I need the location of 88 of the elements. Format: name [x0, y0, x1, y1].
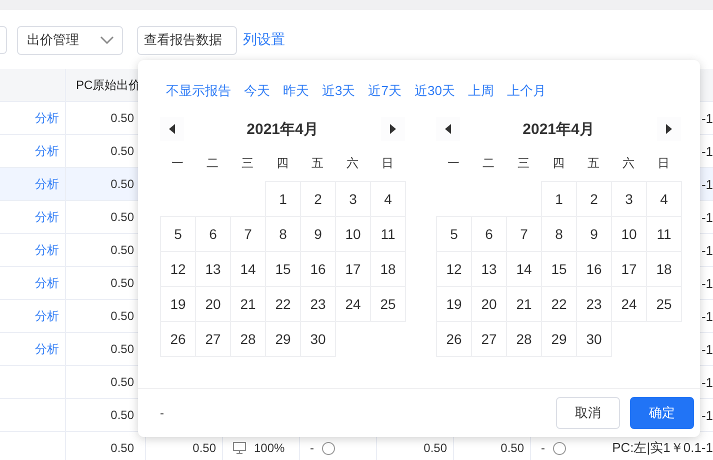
analysis-link[interactable]: 分析 [35, 308, 59, 324]
day-cell[interactable]: 5 [160, 216, 196, 252]
analysis-link[interactable]: 分析 [35, 340, 59, 358]
weekday-label: 一 [170, 155, 184, 172]
date-shortcut-link[interactable]: 上周 [468, 82, 494, 100]
date-shortcut-link[interactable]: 不显示报告 [166, 82, 231, 100]
table-cell: -1 [701, 110, 713, 126]
table-cell: 0.50 [110, 276, 134, 290]
table-cell: 0.50 [110, 243, 134, 257]
weekday-label: 日 [656, 155, 670, 172]
weekday-label: 五 [586, 155, 600, 172]
table-cell: 0.50 [500, 441, 524, 455]
table-cell: 0.50 [110, 144, 134, 158]
table-cell: -1 [701, 276, 713, 290]
table-cell: - [541, 441, 545, 455]
column-header: PC原始出价 [75, 76, 142, 94]
day-cell[interactable]: 4 [370, 181, 406, 217]
day-cell[interactable]: 25 [646, 286, 682, 322]
date-shortcut-link[interactable]: 昨天 [283, 82, 309, 100]
weekday-label: 二 [482, 155, 496, 172]
table-cell: -1 [701, 242, 713, 258]
weekday-label: 四 [552, 155, 566, 172]
left-triangle-icon [445, 124, 451, 134]
month-title: 2021年4月 [246, 120, 318, 138]
analysis-link[interactable]: 分析 [35, 274, 59, 292]
analysis-link[interactable]: 分析 [35, 242, 59, 258]
analysis-link[interactable]: 分析 [35, 176, 59, 192]
analysis-link[interactable]: 分析 [35, 142, 59, 160]
radio-icon[interactable] [322, 442, 335, 454]
day-cell[interactable]: 1 [541, 181, 577, 217]
date-shortcut-link[interactable]: 上个月 [506, 82, 546, 100]
table-cell: 0.50 [110, 342, 134, 356]
day-cell[interactable]: 30 [576, 321, 612, 357]
table-cell: -1 [701, 176, 713, 192]
weekday-label: 三 [240, 155, 254, 172]
date-shortcut-link[interactable]: 今天 [244, 82, 270, 100]
right-triangle-icon [390, 124, 396, 134]
table-cell: -1 [701, 144, 713, 158]
selected-range-text: - [160, 406, 164, 420]
date-shortcut-link[interactable]: 近7天 [368, 82, 402, 100]
table-cell: PC:左|实1￥0.1-1 [612, 439, 713, 457]
cancel-button[interactable]: 取消 [556, 397, 620, 429]
report-data-field[interactable]: 查看报告数据 [137, 26, 237, 54]
weekday-label: 日 [380, 155, 394, 172]
day-cell[interactable]: 26 [160, 321, 196, 357]
analysis-link[interactable]: 分析 [35, 208, 59, 226]
date-shortcut-link[interactable]: 近3天 [322, 82, 356, 100]
confirm-button[interactable]: 确定 [630, 397, 694, 429]
table-cell: -1 [701, 342, 713, 356]
weekday-label: 三 [516, 155, 530, 172]
table-cell: 0.50 [424, 441, 447, 455]
monitor-icon [233, 442, 246, 454]
table-cell: 100% [254, 441, 285, 455]
date-shortcut-link[interactable]: 近30天 [414, 82, 455, 100]
right-triangle-icon [666, 124, 672, 134]
month-title: 2021年4月 [522, 120, 594, 138]
table-cell: 0.50 [110, 309, 134, 323]
weekday-label: 一 [446, 155, 460, 172]
chevron-down-icon [100, 36, 114, 44]
table-cell: 0.50 [110, 177, 134, 191]
radio-icon[interactable] [553, 442, 566, 454]
table-cell: -1 [701, 408, 713, 422]
day-cell[interactable]: 4 [646, 181, 682, 217]
day-cell[interactable]: 26 [436, 321, 472, 357]
bid-management-select[interactable]: 出价管理 [17, 26, 123, 54]
day-cell[interactable]: 1 [265, 181, 301, 217]
table-cell: 0.50 [110, 111, 134, 125]
weekday-label: 二 [206, 155, 220, 172]
table-cell: 0.50 [110, 375, 134, 389]
weekday-label: 四 [276, 155, 290, 172]
weekday-label: 六 [346, 155, 360, 172]
table-cell: -1 [701, 210, 713, 224]
table-cell: -1 [701, 308, 713, 324]
column-settings-link[interactable]: 列设置 [243, 31, 285, 49]
table-cell: 0.50 [110, 210, 134, 224]
day-cell[interactable]: 5 [436, 216, 472, 252]
weekday-label: 五 [310, 155, 324, 172]
table-cell: 0.50 [192, 441, 216, 455]
select-field[interactable] [0, 26, 7, 54]
left-triangle-icon [169, 124, 175, 134]
day-cell[interactable]: 25 [370, 286, 406, 322]
table-cell: - [310, 441, 314, 455]
analysis-link[interactable]: 分析 [35, 110, 59, 126]
table-cell: 0.50 [110, 441, 134, 455]
table-cell: 0.50 [110, 408, 134, 422]
weekday-label: 六 [622, 155, 636, 172]
table-cell: -1 [701, 374, 713, 390]
day-cell[interactable]: 30 [300, 321, 336, 357]
